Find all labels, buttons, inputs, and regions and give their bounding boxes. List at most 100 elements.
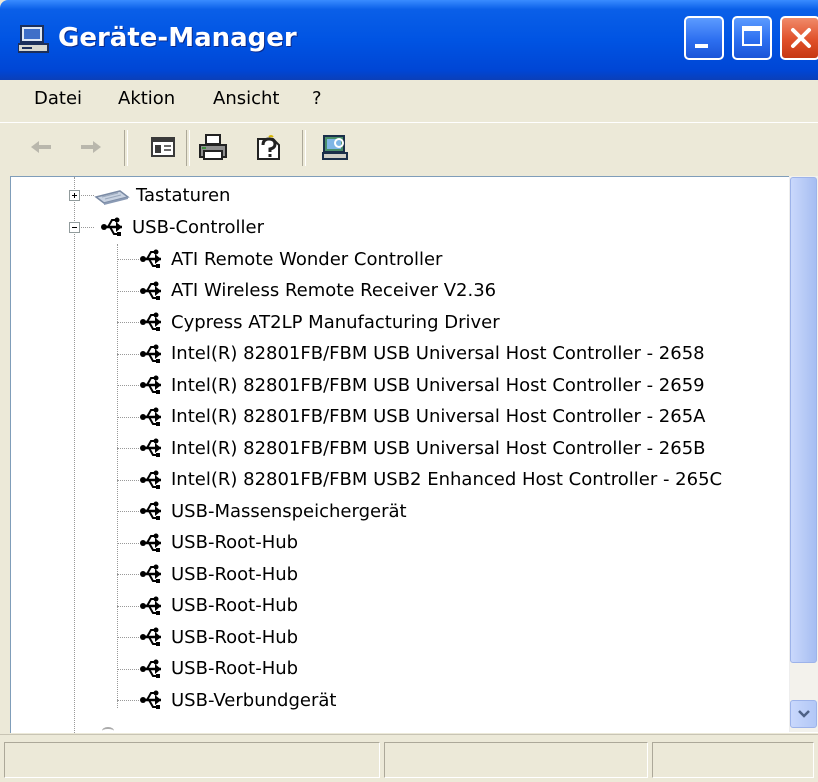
tree-item-usb-device[interactable]: USB-Root-Hub [139,559,298,589]
tree-item-usb-device[interactable]: Intel(R) 82801FB/FBM USB Universal Host … [139,339,705,369]
minimize-icon [695,44,708,48]
tree-item-label: USB-Root-Hub [171,563,299,585]
tree-item-usb-device[interactable]: Intel(R) 82801FB/FBM USB Universal Host … [139,402,705,432]
tree-line [117,637,139,638]
status-panel [4,742,380,778]
usb-icon [140,596,161,615]
scan-for-hardware-button[interactable] [316,128,354,166]
tree-item-label: Intel(R) 82801FB/FBM USB2 Enhanced Host … [171,469,723,490]
collapse-usb-controller-icon[interactable] [69,222,80,233]
tree-line [117,322,139,323]
forward-button[interactable] [72,128,110,166]
toolbar-separator [302,130,306,166]
title-bar[interactable]: Geräte-Manager [0,0,818,80]
tree-line [117,542,139,544]
tree-item-label: Intel(R) 82801FB/FBM USB Universal Host … [171,406,706,427]
tree-line [117,259,139,260]
menu-aktion[interactable]: Aktion [118,88,175,109]
usb-icon [140,438,161,457]
tree-item-usb-device[interactable]: Intel(R) 82801FB/FBM USB2 Enhanced Host … [139,465,722,495]
tree-line [117,290,139,292]
tree-item-usb-device[interactable]: Intel(R) 82801FB/FBM USB Universal Host … [139,370,705,400]
usb-icon [140,407,161,426]
tree-item-usb-device[interactable]: USB-Root-Hub [139,622,298,652]
tree-item-label: Tastaturen [136,184,231,206]
tree-line [74,177,75,737]
tree-item-label: USB-Controller [132,216,264,238]
tree-item-usb-device[interactable]: USB-Root-Hub [139,528,298,558]
close-button[interactable] [780,16,818,60]
print-button[interactable] [194,128,232,166]
tree-item-label: ATI Remote Wonder Controller [171,248,443,270]
menu-ansicht[interactable]: Ansicht [213,88,279,109]
chevron-down-icon [797,710,810,718]
window-title: Geräte-Manager [58,23,297,53]
tree-item-usb-controller[interactable]: USB-Controller [100,212,264,242]
show-hide-console-tree-button[interactable] [144,128,182,166]
status-panel [652,742,814,778]
usb-icon [140,249,161,268]
menu-help[interactable]: ? [312,88,322,109]
status-panel [384,742,648,778]
scrollbar-thumb[interactable] [790,177,817,663]
minimize-button[interactable] [684,16,724,60]
usb-icon [140,375,161,394]
tree-item-usb-device[interactable]: USB-Root-Hub [139,591,298,621]
usb-icon [140,312,161,331]
usb-icon [140,344,161,363]
tree-item-usb-device[interactable]: USB-Verbundgerät [139,685,336,715]
close-icon [791,28,811,48]
maximize-button[interactable] [732,16,772,60]
tree-item-usb-device[interactable]: USB-Root-Hub [139,654,298,684]
expand-keyboards-icon[interactable] [69,190,80,201]
tree-line [117,574,139,575]
tree-item-usb-device[interactable]: Cypress AT2LP Manufacturing Driver [139,307,500,337]
usb-icon [140,659,161,678]
keyboard-icon [94,190,130,205]
tree-item-label: Cypress AT2LP Manufacturing Driver [171,311,500,333]
back-button[interactable] [22,128,60,166]
computer-scan-icon [322,135,348,160]
tree-item-usb-device[interactable]: ATI Wireless Remote Receiver V2.36 [139,276,496,306]
usb-icon [140,533,161,552]
tree-item-label: Intel(R) 82801FB/FBM USB Universal Host … [171,374,705,396]
tree-line [117,416,139,418]
usb-icon [140,564,161,583]
back-arrow-icon [31,141,51,153]
tree-line [117,479,139,481]
usb-icon [140,690,161,709]
properties-panel-icon [151,137,175,157]
help-icon [257,135,280,160]
tree-item-label: USB-Massenspeichergerät [171,500,407,522]
tree-item-label: Intel(R) 82801FB/FBM USB Universal Host … [171,343,705,364]
tree-line [117,700,139,701]
tree-line [117,605,139,607]
scroll-down-button[interactable] [790,700,817,728]
usb-icon [101,217,122,236]
tree-line [117,668,139,670]
tree-item-usb-device[interactable]: USB-Massenspeichergerät [139,496,407,526]
printer-icon [199,134,227,160]
tree-line [117,244,118,708]
help-button[interactable] [250,128,288,166]
usb-icon [140,281,161,300]
tree-item-usb-device[interactable]: Intel(R) 82801FB/FBM USB Universal Host … [139,433,706,463]
usb-icon [140,627,161,646]
usb-icon [140,470,161,489]
tree-item-label: USB-Root-Hub [171,626,299,648]
toolbar-separator [186,130,190,166]
tree-item-label: USB-Root-Hub [171,658,299,679]
tree-item-usb-device[interactable]: ATI Remote Wonder Controller [139,244,442,274]
tree-line [117,448,139,449]
tree-item-label: USB-Root-Hub [171,595,299,616]
tree-item-label: USB-Root-Hub [171,532,299,553]
tree-line [117,385,139,386]
forward-arrow-icon [81,141,101,153]
computer-icon [18,25,49,53]
tree-item-label: Intel(R) 82801FB/FBM USB Universal Host … [171,437,706,459]
tree-item-keyboards[interactable]: Tastaturen [94,180,230,210]
tree-line [117,353,139,355]
tree-item-label: ATI Wireless Remote Receiver V2.36 [171,280,497,301]
menu-datei[interactable]: Datei [34,88,82,109]
toolbar-separator [124,130,128,166]
